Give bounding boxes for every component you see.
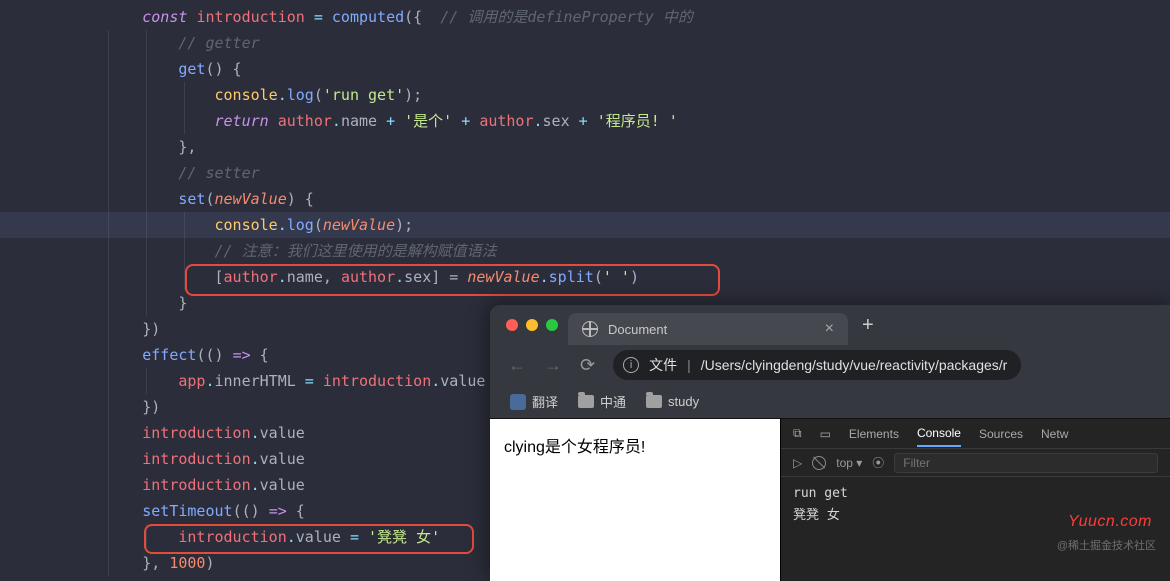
code-line: // 注意：我们这里使用的是解构赋值语法 — [0, 238, 1170, 264]
reload-button[interactable]: ⟳ — [580, 355, 595, 376]
code-line: // setter — [0, 160, 1170, 186]
bookmark-icon — [510, 394, 526, 410]
tab-network[interactable]: Netw — [1041, 427, 1068, 441]
run-icon[interactable]: ▷ — [793, 456, 802, 470]
watermark: @稀土掘金技术社区 — [1057, 537, 1156, 553]
page-content: clying是个女程序员! — [490, 419, 780, 581]
browser-address-bar: ← → ⟳ i 文件 | /Users/clyingdeng/study/vue… — [490, 345, 1170, 385]
minimize-window-button[interactable] — [526, 319, 538, 331]
browser-tab[interactable]: Document × — [568, 313, 848, 345]
new-tab-button[interactable]: + — [862, 314, 874, 337]
globe-icon — [582, 321, 598, 337]
code-line: // getter — [0, 30, 1170, 56]
tab-console[interactable]: Console — [917, 426, 961, 447]
code-line: return author.name + '是个' + author.sex +… — [0, 108, 1170, 134]
code-line: }, — [0, 134, 1170, 160]
forward-button[interactable]: → — [544, 355, 562, 376]
close-tab-icon[interactable]: × — [825, 320, 834, 338]
code-line: set(newValue) { — [0, 186, 1170, 212]
clear-console-icon[interactable] — [812, 456, 826, 470]
device-icon[interactable]: ▭ — [820, 427, 831, 441]
filter-input[interactable] — [894, 453, 1158, 473]
context-selector[interactable]: top ▾ — [836, 456, 862, 470]
devtools-tabs: ⧉ ▭ Elements Console Sources Netw — [781, 419, 1170, 449]
tab-elements[interactable]: Elements — [849, 427, 899, 441]
maximize-window-button[interactable] — [546, 319, 558, 331]
bookmarks-bar: 翻译 中通 study — [490, 385, 1170, 419]
live-expression-icon[interactable]: ⦿ — [872, 454, 884, 471]
code-line: console.log('run get'); — [0, 82, 1170, 108]
browser-tabbar: Document × + — [490, 305, 1170, 345]
url-input[interactable]: i 文件 | /Users/clyingdeng/study/vue/react… — [613, 350, 1021, 380]
code-line: [author.name, author.sex] = newValue.spl… — [0, 264, 1170, 290]
url-path: /Users/clyingdeng/study/vue/reactivity/p… — [701, 357, 1008, 373]
bookmark-folder[interactable]: study — [646, 394, 699, 409]
page-text: clying是个女程序员! — [504, 439, 645, 456]
window-controls — [506, 319, 558, 331]
back-button[interactable]: ← — [508, 355, 526, 376]
console-line: run get — [793, 483, 1158, 505]
code-line: get() { — [0, 56, 1170, 82]
folder-icon — [646, 395, 662, 408]
close-window-button[interactable] — [506, 319, 518, 331]
code-line: console.log(newValue); — [0, 212, 1170, 238]
info-icon: i — [623, 357, 639, 373]
code-line: const introduction = computed({ // 调用的是d… — [0, 4, 1170, 30]
url-scheme-label: 文件 — [649, 355, 677, 375]
bookmark-item[interactable]: 翻译 — [510, 392, 558, 411]
console-toolbar: ▷ top ▾ ⦿ — [781, 449, 1170, 477]
bookmark-folder[interactable]: 中通 — [578, 392, 626, 411]
folder-icon — [578, 395, 594, 408]
watermark: Yuucn.com — [1068, 513, 1152, 531]
inspect-icon[interactable]: ⧉ — [793, 426, 802, 441]
tab-sources[interactable]: Sources — [979, 427, 1023, 441]
tab-title: Document — [608, 322, 667, 337]
devtools-panel: ⧉ ▭ Elements Console Sources Netw ▷ top … — [780, 419, 1170, 581]
